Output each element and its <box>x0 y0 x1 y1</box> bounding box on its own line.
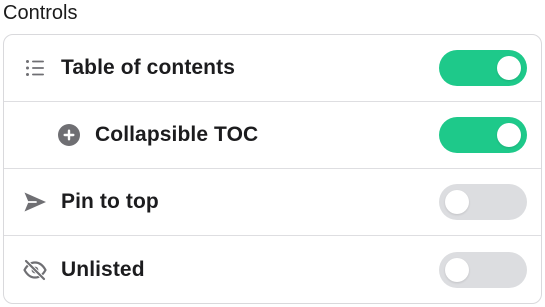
toggle-knob <box>497 123 521 147</box>
pin-to-top-toggle[interactable] <box>439 184 527 220</box>
list-icon <box>22 55 48 81</box>
toggle-knob <box>445 190 469 214</box>
toggle-knob <box>497 56 521 80</box>
control-row-pin-to-top: Pin to top <box>4 169 541 236</box>
collapsible-toc-toggle[interactable] <box>439 117 527 153</box>
control-row-table-of-contents: Table of contents <box>4 35 541 102</box>
section-title: Controls <box>3 2 78 24</box>
send-icon <box>22 189 48 215</box>
control-label: Pin to top <box>61 190 159 213</box>
controls-panel: Table of contents Collapsible TOC Pin to… <box>3 34 542 304</box>
control-row-unlisted: Unlisted <box>4 236 541 303</box>
plus-circle-icon <box>56 122 82 148</box>
toggle-knob <box>445 257 469 282</box>
control-label: Unlisted <box>61 257 145 281</box>
control-label: Collapsible TOC <box>95 123 259 146</box>
table-of-contents-toggle[interactable] <box>439 50 527 86</box>
control-label: Table of contents <box>61 56 235 79</box>
eye-off-icon <box>22 257 48 283</box>
control-row-collapsible-toc: Collapsible TOC <box>4 102 541 169</box>
unlisted-toggle[interactable] <box>439 251 527 288</box>
